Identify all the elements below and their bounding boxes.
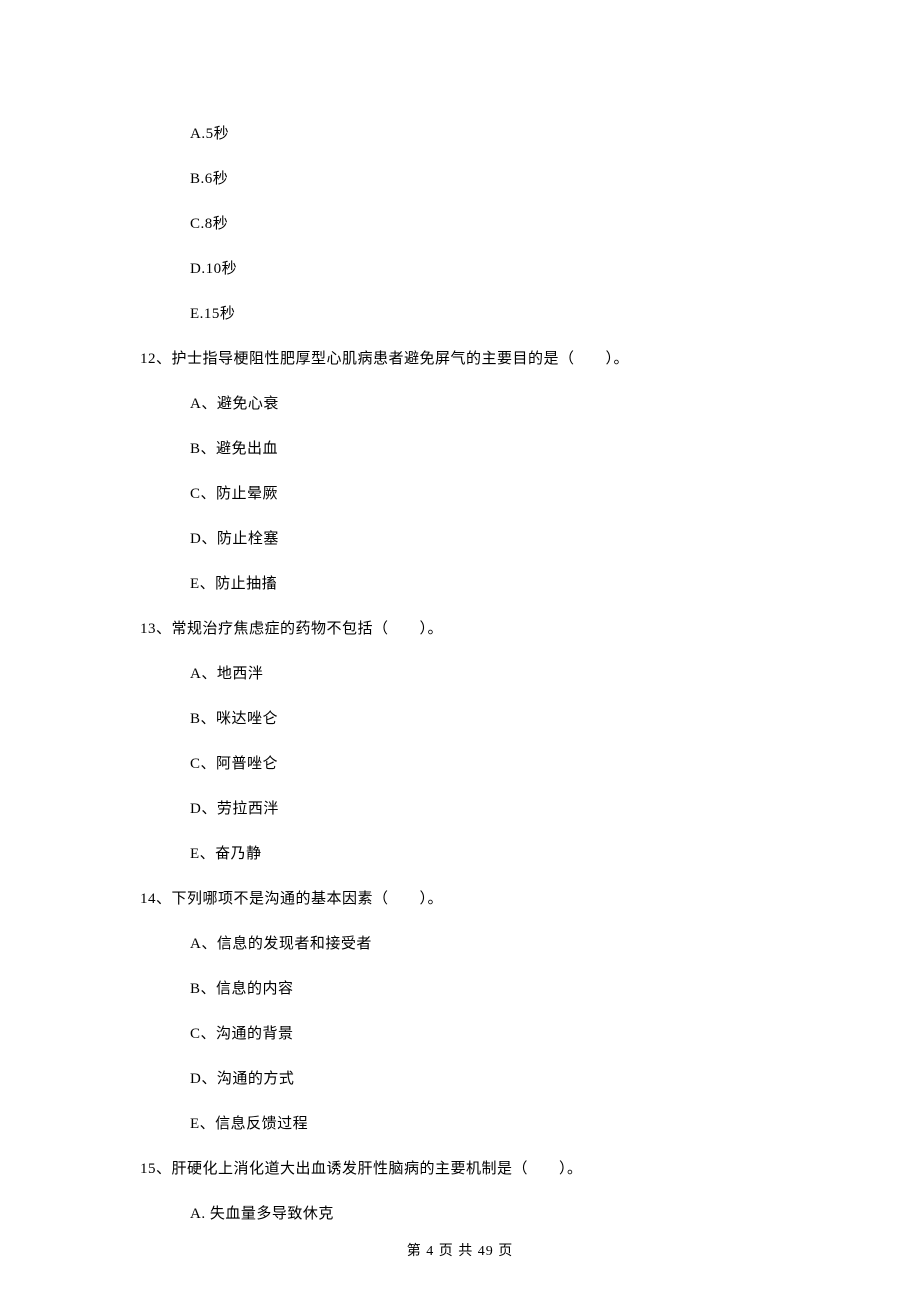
option-c: C、阿普唑仑 [140,740,780,785]
option-d: D.10秒 [140,245,780,290]
question-14-stem: 14、下列哪项不是沟通的基本因素（ ）。 [140,875,780,920]
option-d: D、劳拉西泮 [140,785,780,830]
option-d: D、防止栓塞 [140,515,780,560]
option-a: A、地西泮 [140,650,780,695]
option-a: A. 失血量多导致休克 [140,1190,780,1235]
question-12-options: A、避免心衰 B、避免出血 C、防止晕厥 D、防止栓塞 E、防止抽搐 [140,380,780,605]
question-12-stem: 12、护士指导梗阻性肥厚型心肌病患者避免屏气的主要目的是（ ）。 [140,335,780,380]
option-b: B、信息的内容 [140,965,780,1010]
option-d: D、沟通的方式 [140,1055,780,1100]
question-14-options: A、信息的发现者和接受者 B、信息的内容 C、沟通的背景 D、沟通的方式 E、信… [140,920,780,1145]
option-b: B、咪达唑仑 [140,695,780,740]
option-a: A.5秒 [140,110,780,155]
option-a: A、信息的发现者和接受者 [140,920,780,965]
question-13-stem: 13、常规治疗焦虑症的药物不包括（ ）。 [140,605,780,650]
page-content: A.5秒 B.6秒 C.8秒 D.10秒 E.15秒 12、护士指导梗阻性肥厚型… [0,0,920,1302]
question-11-options: A.5秒 B.6秒 C.8秒 D.10秒 E.15秒 [140,110,780,335]
option-c: C、沟通的背景 [140,1010,780,1055]
option-b: B.6秒 [140,155,780,200]
option-c: C.8秒 [140,200,780,245]
option-e: E、信息反馈过程 [140,1100,780,1145]
question-13-options: A、地西泮 B、咪达唑仑 C、阿普唑仑 D、劳拉西泮 E、奋乃静 [140,650,780,875]
option-e: E.15秒 [140,290,780,335]
option-b: B、避免出血 [140,425,780,470]
option-e: E、奋乃静 [140,830,780,875]
option-c: C、防止晕厥 [140,470,780,515]
question-15-stem: 15、肝硬化上消化道大出血诱发肝性脑病的主要机制是（ ）。 [140,1145,780,1190]
question-15-options: A. 失血量多导致休克 [140,1190,780,1235]
page-footer: 第 4 页 共 49 页 [0,1240,920,1260]
option-e: E、防止抽搐 [140,560,780,605]
option-a: A、避免心衰 [140,380,780,425]
